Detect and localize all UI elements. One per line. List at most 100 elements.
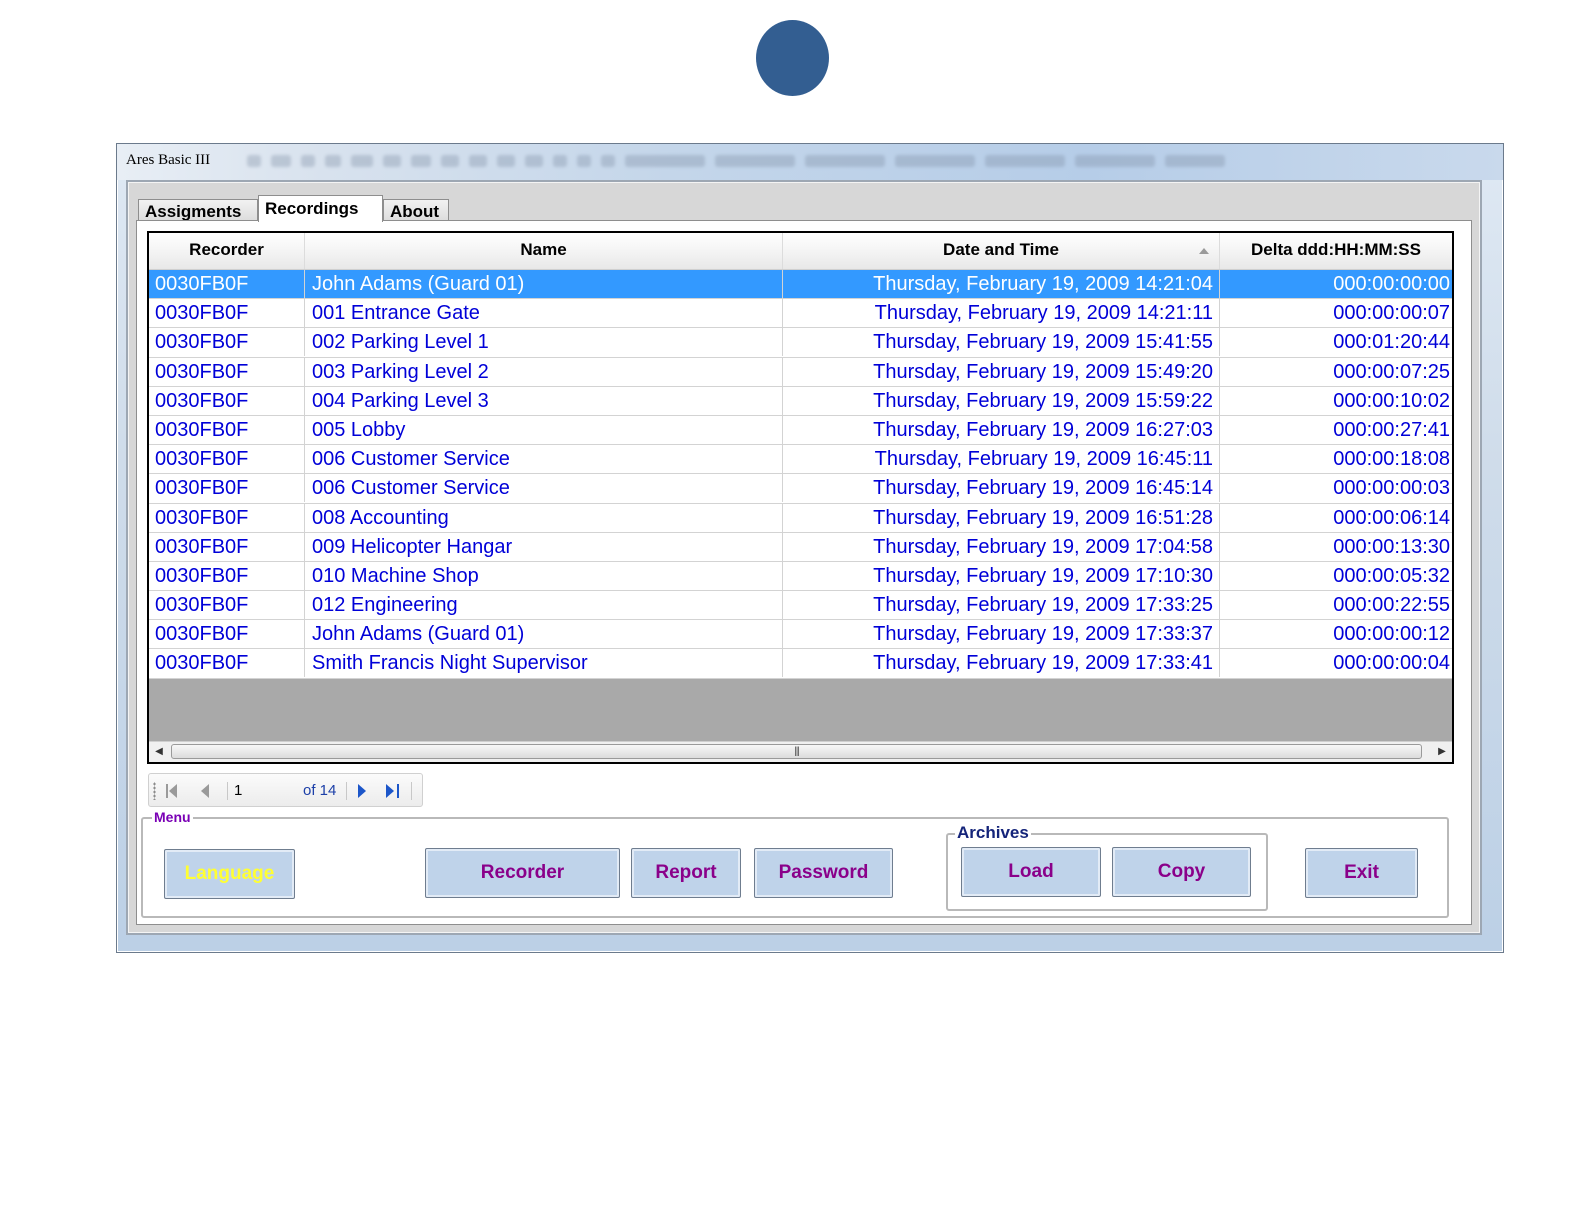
cell-delta[interactable]: 000:01:20:44 xyxy=(1220,328,1452,356)
cell-name[interactable]: 004 Parking Level 3 xyxy=(305,386,783,415)
cell-name[interactable]: 001 Entrance Gate xyxy=(305,299,783,328)
cell-delta[interactable]: 000:00:22:55 xyxy=(1220,591,1452,619)
cell-delta[interactable]: 000:00:07:25 xyxy=(1220,358,1452,386)
column-header-recorder[interactable]: Recorder xyxy=(149,233,305,269)
scroll-right-icon[interactable]: ▶ xyxy=(1432,742,1452,762)
cell-date-time[interactable]: Thursday, February 19, 2009 16:45:14 xyxy=(783,474,1220,503)
cell-name[interactable]: John Adams (Guard 01) xyxy=(305,620,783,649)
cell-name[interactable]: John Adams (Guard 01) xyxy=(305,270,783,298)
recordings-grid[interactable]: Recorder Name Date and Time Delta ddd:HH… xyxy=(147,231,1454,764)
cell-name[interactable]: 002 Parking Level 1 xyxy=(305,328,783,357)
toolbar-grip-icon[interactable] xyxy=(153,782,156,800)
cell-recorder[interactable]: 0030FB0F xyxy=(149,591,305,620)
table-row[interactable]: 0030FB0F 003 Parking Level 2 Thursday, Feb… xyxy=(149,357,1452,387)
table-row[interactable]: 0030FB0F 006 Customer Service Thursday, Fe… xyxy=(149,474,1452,504)
menu-group: Menu Language Recorder Report Password A… xyxy=(141,809,1449,918)
cell-recorder[interactable]: 0030FB0F xyxy=(149,532,305,561)
cell-date-time[interactable]: Thursday, February 19, 2009 16:51:28 xyxy=(783,503,1220,532)
load-button[interactable]: Load xyxy=(961,847,1101,897)
cell-recorder[interactable]: 0030FB0F xyxy=(149,386,305,415)
cell-name[interactable]: 006 Customer Service xyxy=(305,474,783,503)
cell-delta[interactable]: 000:00:27:41 xyxy=(1220,416,1452,444)
tab-assigments[interactable]: Assigments xyxy=(138,199,258,221)
client-area: Assigments Recordings About Recorder Nam… xyxy=(126,180,1482,935)
cell-delta[interactable]: 000:00:18:08 xyxy=(1220,445,1452,473)
table-row[interactable]: 0030FB0F 002 Parking Level 1 Thursday, Feb… xyxy=(149,328,1452,358)
table-row[interactable]: 0030FB0F 006 Customer Service Thursday, Fe… xyxy=(149,445,1452,475)
cell-delta[interactable]: 000:00:00:00 xyxy=(1220,270,1452,298)
report-button[interactable]: Report xyxy=(631,848,741,898)
cell-name[interactable]: 009 Helicopter Hangar xyxy=(305,532,783,561)
column-header-name[interactable]: Name xyxy=(305,233,783,269)
recorder-button[interactable]: Recorder xyxy=(425,848,620,898)
page-number-input[interactable] xyxy=(231,779,301,801)
prev-page-icon[interactable] xyxy=(195,781,215,801)
table-row[interactable]: 0030FB0F 009 Helicopter Hangar Thursday, F… xyxy=(149,532,1452,562)
cell-delta[interactable]: 000:00:00:04 xyxy=(1220,649,1452,677)
cell-recorder[interactable]: 0030FB0F xyxy=(149,357,305,386)
cell-recorder[interactable]: 0030FB0F xyxy=(149,299,305,328)
cell-recorder[interactable]: 0030FB0F xyxy=(149,474,305,503)
table-row[interactable]: 0030FB0F 004 Parking Level 3 Thursday, Feb… xyxy=(149,386,1452,416)
table-row[interactable]: 0030FB0F 001 Entrance Gate Thursday, Febru… xyxy=(149,299,1452,329)
cell-date-time[interactable]: Thursday, February 19, 2009 16:27:03 xyxy=(783,415,1220,444)
cell-delta[interactable]: 000:00:00:07 xyxy=(1220,299,1452,327)
cell-name[interactable]: 008 Accounting xyxy=(305,503,783,532)
cell-delta[interactable]: 000:00:00:12 xyxy=(1220,620,1452,648)
cell-recorder[interactable]: 0030FB0F xyxy=(149,503,305,532)
cell-recorder[interactable]: 0030FB0F xyxy=(149,649,305,678)
scroll-left-icon[interactable]: ◀ xyxy=(149,742,169,762)
column-header-date-time[interactable]: Date and Time xyxy=(783,233,1220,269)
table-row[interactable]: 0030FB0F John Adams (Guard 01) Thursday, F… xyxy=(149,270,1452,300)
table-row[interactable]: 0030FB0F 012 Engineering Thursday, Februar… xyxy=(149,591,1452,621)
table-row[interactable]: 0030FB0F John Adams (Guard 01) Thursday, F… xyxy=(149,620,1452,650)
cell-recorder[interactable]: 0030FB0F xyxy=(149,445,305,474)
cell-name[interactable]: 012 Engineering xyxy=(305,591,783,620)
cell-date-time[interactable]: Thursday, February 19, 2009 17:33:25 xyxy=(783,591,1220,620)
cell-name[interactable]: 010 Machine Shop xyxy=(305,561,783,590)
cell-name[interactable]: 003 Parking Level 2 xyxy=(305,357,783,386)
cell-delta[interactable]: 000:00:05:32 xyxy=(1220,562,1452,590)
cell-date-time[interactable]: Thursday, February 19, 2009 17:10:30 xyxy=(783,561,1220,590)
cell-recorder[interactable]: 0030FB0F xyxy=(149,270,305,298)
cell-date-time[interactable]: Thursday, February 19, 2009 17:04:58 xyxy=(783,532,1220,561)
title-bar[interactable]: Ares Basic III xyxy=(117,144,1503,180)
tab-about[interactable]: About xyxy=(383,199,449,221)
cell-delta[interactable]: 000:00:06:14 xyxy=(1220,504,1452,532)
tab-recordings[interactable]: Recordings xyxy=(258,195,383,222)
cell-delta[interactable]: 000:00:13:30 xyxy=(1220,533,1452,561)
cell-recorder[interactable]: 0030FB0F xyxy=(149,328,305,357)
cell-date-time[interactable]: Thursday, February 19, 2009 15:41:55 xyxy=(783,328,1220,357)
first-page-icon[interactable] xyxy=(163,781,183,801)
cell-date-time[interactable]: Thursday, February 19, 2009 16:45:11 xyxy=(783,445,1220,474)
cell-delta[interactable]: 000:00:00:03 xyxy=(1220,474,1452,502)
cell-date-time[interactable]: Thursday, February 19, 2009 17:33:37 xyxy=(783,620,1220,649)
cell-date-time[interactable]: Thursday, February 19, 2009 17:33:41 xyxy=(783,649,1220,678)
table-row[interactable]: 0030FB0F 010 Machine Shop Thursday, Februa… xyxy=(149,561,1452,592)
cell-name[interactable]: Smith Francis Night Supervisor xyxy=(305,649,783,678)
table-row[interactable]: 0030FB0F Smith Francis Night Supervisor Th… xyxy=(149,649,1452,679)
cell-date-time[interactable]: Thursday, February 19, 2009 15:59:22 xyxy=(783,386,1220,415)
language-button[interactable]: Language xyxy=(164,849,295,899)
last-page-icon[interactable] xyxy=(382,781,402,801)
copy-button[interactable]: Copy xyxy=(1112,847,1251,897)
table-row[interactable]: 0030FB0F 008 Accounting Thursday, February… xyxy=(149,503,1452,533)
recordings-panel: Recorder Name Date and Time Delta ddd:HH… xyxy=(136,220,1472,925)
cell-recorder[interactable]: 0030FB0F xyxy=(149,561,305,590)
cell-delta[interactable]: 000:00:10:02 xyxy=(1220,387,1452,415)
cell-name[interactable]: 006 Customer Service xyxy=(305,445,783,474)
horizontal-scrollbar[interactable]: ◀ ||| ▶ xyxy=(149,741,1452,762)
exit-button[interactable]: Exit xyxy=(1305,848,1418,898)
cell-recorder[interactable]: 0030FB0F xyxy=(149,415,305,444)
cell-date-time[interactable]: Thursday, February 19, 2009 14:21:11 xyxy=(783,299,1220,328)
cell-date-time[interactable]: Thursday, February 19, 2009 14:21:04 xyxy=(783,270,1220,298)
cell-recorder[interactable]: 0030FB0F xyxy=(149,620,305,649)
archives-group: Archives Load Copy xyxy=(946,823,1268,911)
cell-date-time[interactable]: Thursday, February 19, 2009 15:49:20 xyxy=(783,357,1220,386)
table-row[interactable]: 0030FB0F 005 Lobby Thursday, February 19, … xyxy=(149,415,1452,446)
column-header-delta[interactable]: Delta ddd:HH:MM:SS xyxy=(1220,233,1452,269)
cell-name[interactable]: 005 Lobby xyxy=(305,415,783,444)
password-button[interactable]: Password xyxy=(754,848,893,898)
next-page-icon[interactable] xyxy=(352,781,372,801)
scrollbar-thumb[interactable]: ||| xyxy=(171,744,1422,759)
